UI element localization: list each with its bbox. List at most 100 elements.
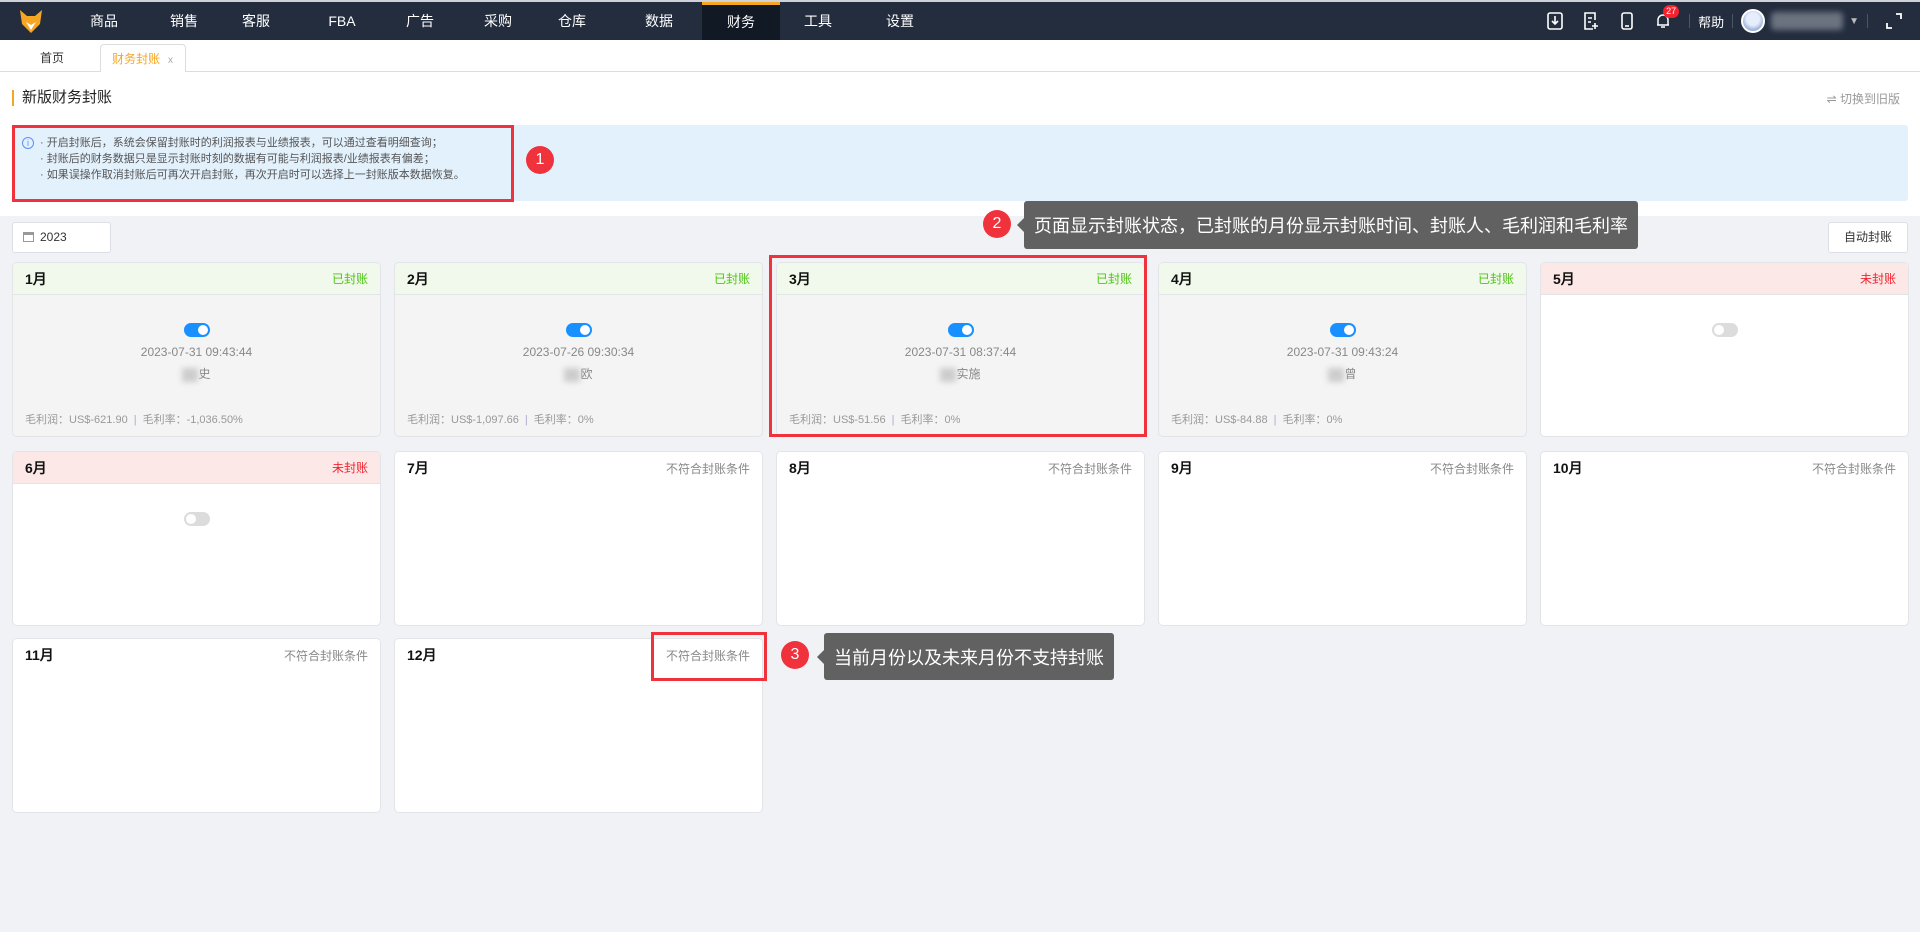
notification-badge: 27 bbox=[1663, 5, 1680, 18]
month-card: 7月 不符合封账条件 bbox=[394, 451, 763, 626]
card-header: 1月 已封账 bbox=[13, 263, 380, 295]
document-add-icon[interactable] bbox=[1573, 2, 1609, 40]
annotation-box-december bbox=[651, 632, 767, 681]
mobile-icon[interactable] bbox=[1609, 2, 1645, 40]
close-toggle[interactable] bbox=[183, 512, 210, 526]
card-header: 9月 不符合封账条件 bbox=[1159, 452, 1526, 484]
nav-item[interactable]: 财务 bbox=[702, 2, 780, 40]
year-picker[interactable]: 2023 bbox=[12, 222, 111, 253]
download-icon[interactable] bbox=[1537, 2, 1573, 40]
card-header: 2月 已封账 bbox=[395, 263, 762, 295]
month-card: 5月 未封账 bbox=[1540, 262, 1909, 437]
status-badge: 未封账 bbox=[331, 461, 368, 475]
fullscreen-icon[interactable] bbox=[1876, 2, 1912, 40]
rate-label: 毛利率： bbox=[533, 414, 578, 426]
close-icon[interactable]: x bbox=[168, 55, 173, 66]
chevron-down-icon[interactable]: ▼ bbox=[1849, 16, 1859, 27]
closed-by: 欧 bbox=[395, 365, 762, 382]
close-toggle[interactable] bbox=[1329, 323, 1356, 337]
month-card: 10月 不符合封账条件 bbox=[1540, 451, 1909, 626]
status-badge: 不符合封账条件 bbox=[1047, 461, 1132, 476]
nav-item[interactable]: 仓库 bbox=[533, 2, 611, 40]
nav-item[interactable]: 销售 bbox=[145, 2, 223, 40]
closed-by: 曾 bbox=[1159, 365, 1526, 382]
month-label: 6月 bbox=[25, 459, 47, 476]
annotation-badge-1: 1 bbox=[526, 146, 554, 174]
switch-old-version-link[interactable]: ⇌ 切换到旧版 bbox=[1827, 90, 1900, 107]
tab-home[interactable]: 首页 bbox=[40, 44, 64, 72]
status-badge: 已封账 bbox=[1477, 272, 1514, 286]
blurred-name bbox=[1328, 367, 1345, 382]
status-badge: 不符合封账条件 bbox=[283, 648, 368, 663]
gross-profit: US$-621.90 bbox=[69, 414, 128, 426]
month-card: 1月 已封账 2023-07-31 09:43:44 史 毛利润：US$-621.… bbox=[12, 262, 381, 437]
rate-label: 毛利率： bbox=[1282, 414, 1327, 426]
closed-time: 2023-07-31 09:43:44 bbox=[140, 345, 253, 359]
month-label: 7月 bbox=[407, 460, 429, 476]
annotation-tooltip-3: 当前月份以及未来月份不支持封账 bbox=[817, 633, 1114, 680]
annotation-box-1 bbox=[12, 125, 514, 202]
card-header: 11月 不符合封账条件 bbox=[13, 639, 380, 671]
nav-item[interactable]: 广告 bbox=[381, 2, 459, 40]
gross-margin: 0% bbox=[577, 414, 594, 426]
help-link[interactable]: 帮助 bbox=[1698, 12, 1724, 31]
card-header: 4月 已封账 bbox=[1159, 263, 1526, 295]
month-label: 11月 bbox=[25, 647, 54, 663]
avatar[interactable] bbox=[1741, 9, 1766, 33]
nav-item[interactable]: FBA bbox=[303, 2, 381, 40]
status-badge: 已封账 bbox=[331, 272, 368, 286]
gross-profit: US$-84.88 bbox=[1215, 414, 1268, 426]
auto-close-button[interactable]: 自动封账 bbox=[1828, 222, 1908, 253]
tab-finance-closing[interactable]: 财务封账 x bbox=[100, 44, 186, 72]
annotation-badge-3: 3 bbox=[781, 641, 809, 669]
nav-item[interactable]: 商品 bbox=[65, 2, 143, 40]
calendar-icon bbox=[23, 232, 34, 242]
divider bbox=[1732, 14, 1734, 28]
card-header: 10月 不符合封账条件 bbox=[1541, 452, 1908, 484]
month-label: 8月 bbox=[789, 460, 811, 476]
month-label: 10月 bbox=[1553, 460, 1583, 476]
close-toggle[interactable] bbox=[183, 323, 210, 337]
bell-icon[interactable]: 27 bbox=[1645, 2, 1681, 40]
profit-label: 毛利润： bbox=[407, 414, 451, 426]
card-stats: 毛利润：US$-621.90 | 毛利率：-1,036.50% bbox=[25, 414, 243, 426]
nav-item[interactable]: 设置 bbox=[861, 2, 939, 40]
nav-item[interactable]: 工具 bbox=[779, 2, 857, 40]
user-name-blurred[interactable] bbox=[1771, 12, 1844, 30]
top-nav: 商品 销售 客服 FBA 广告 采购 仓库 数据 财务 工具 设置 27 帮助 ▼ bbox=[0, 0, 1920, 40]
card-stats: 毛利润：US$-1,097.66 | 毛利率：0% bbox=[407, 414, 594, 426]
month-card: 4月 已封账 2023-07-31 09:43:24 曾 毛利润：US$-84.8… bbox=[1158, 262, 1527, 437]
month-card: 9月 不符合封账条件 bbox=[1158, 451, 1527, 626]
gross-margin: -1,036.50% bbox=[186, 414, 243, 426]
annotation-tooltip-2: 页面显示封账状态，已封账的月份显示封账时间、封账人、毛利润和毛利率 bbox=[1017, 201, 1638, 249]
card-stats: 毛利润：US$-84.88 | 毛利率：0% bbox=[1171, 414, 1343, 426]
profit-label: 毛利润： bbox=[1171, 414, 1215, 426]
nav-tools: 27 帮助 ▼ bbox=[1537, 2, 1920, 40]
month-card: 11月 不符合封账条件 bbox=[12, 638, 381, 813]
close-toggle[interactable] bbox=[1711, 323, 1738, 337]
closed-by: 史 bbox=[13, 365, 380, 382]
month-label: 1月 bbox=[25, 270, 47, 287]
annotation-badge-2: 2 bbox=[983, 210, 1011, 238]
status-badge: 未封账 bbox=[1859, 272, 1896, 286]
month-label: 5月 bbox=[1553, 270, 1575, 287]
month-card: 8月 不符合封账条件 bbox=[776, 451, 1145, 626]
closed-by-name: 欧 bbox=[580, 367, 593, 381]
nav-item[interactable]: 客服 bbox=[217, 2, 295, 40]
close-toggle[interactable] bbox=[565, 323, 592, 337]
nav-item[interactable]: 数据 bbox=[620, 2, 698, 40]
rate-label: 毛利率： bbox=[142, 414, 187, 426]
status-badge: 不符合封账条件 bbox=[665, 461, 750, 476]
closed-by-name: 史 bbox=[198, 367, 211, 381]
profit-label: 毛利润： bbox=[25, 414, 69, 426]
page-title: 新版财务封账 bbox=[12, 90, 112, 106]
status-badge: 已封账 bbox=[713, 272, 750, 286]
fox-logo-icon[interactable] bbox=[18, 8, 44, 34]
month-label: 9月 bbox=[1171, 460, 1193, 476]
card-header: 7月 不符合封账条件 bbox=[395, 452, 762, 484]
blurred-name bbox=[564, 367, 581, 382]
gross-profit: US$-1,097.66 bbox=[451, 414, 519, 426]
card-header: 8月 不符合封账条件 bbox=[777, 452, 1144, 484]
nav-item[interactable]: 采购 bbox=[459, 2, 537, 40]
closed-time: 2023-07-31 09:43:24 bbox=[1286, 345, 1399, 359]
